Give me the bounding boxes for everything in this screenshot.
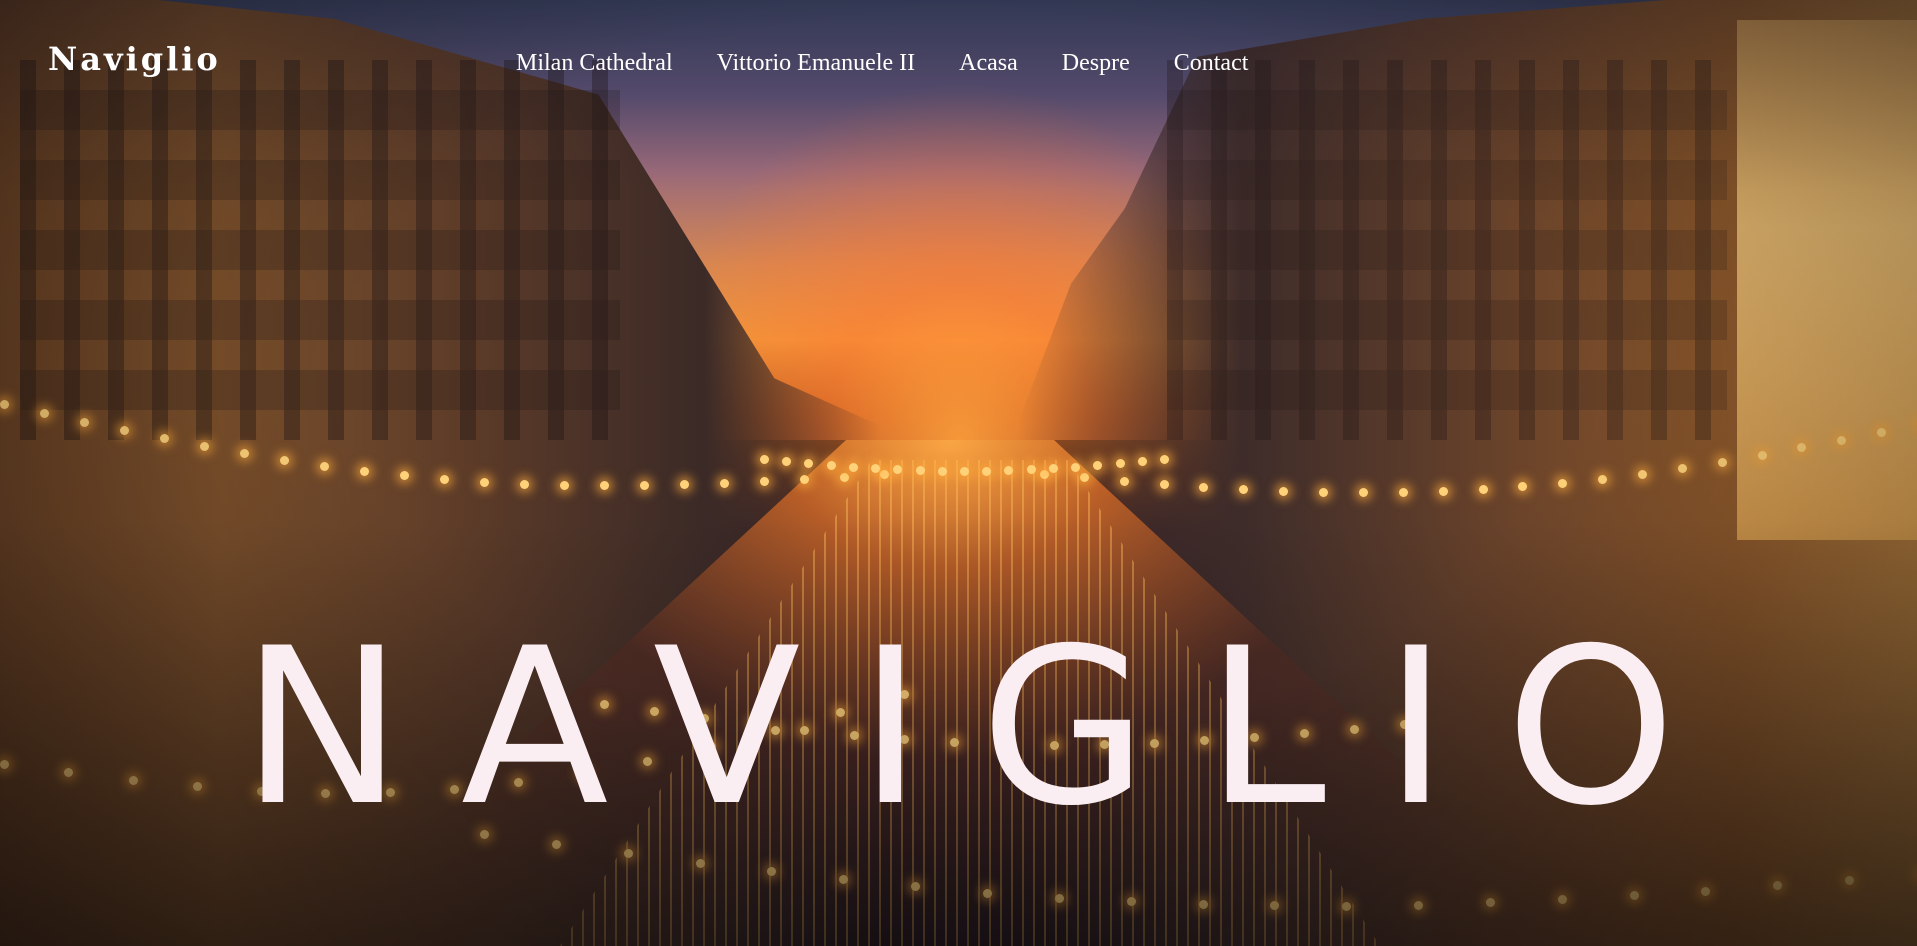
nav-link-milan-cathedral[interactable]: Milan Cathedral xyxy=(516,50,673,76)
nav-link-vittorio-emanuele[interactable]: Vittorio Emanuele II xyxy=(717,50,916,76)
nav-link-contact[interactable]: Contact xyxy=(1174,50,1249,76)
nav-item-contact: Contact xyxy=(1174,50,1249,77)
nav-item-despre: Despre xyxy=(1062,50,1130,77)
brand-logo[interactable]: Naviglio xyxy=(48,40,221,78)
nav-item-milan-cathedral: Milan Cathedral xyxy=(516,50,673,77)
nav-link-despre[interactable]: Despre xyxy=(1062,50,1130,76)
hero-section: Naviglio Milan Cathedral Vittorio Emanue… xyxy=(0,0,1917,946)
nav-link-acasa[interactable]: Acasa xyxy=(959,50,1018,76)
nav-item-acasa: Acasa xyxy=(959,50,1018,77)
hero-title: NAVIGLIO xyxy=(241,602,1734,853)
main-nav: Milan Cathedral Vittorio Emanuele II Aca… xyxy=(516,50,1248,77)
nav-item-vittorio-emanuele: Vittorio Emanuele II xyxy=(717,50,916,77)
